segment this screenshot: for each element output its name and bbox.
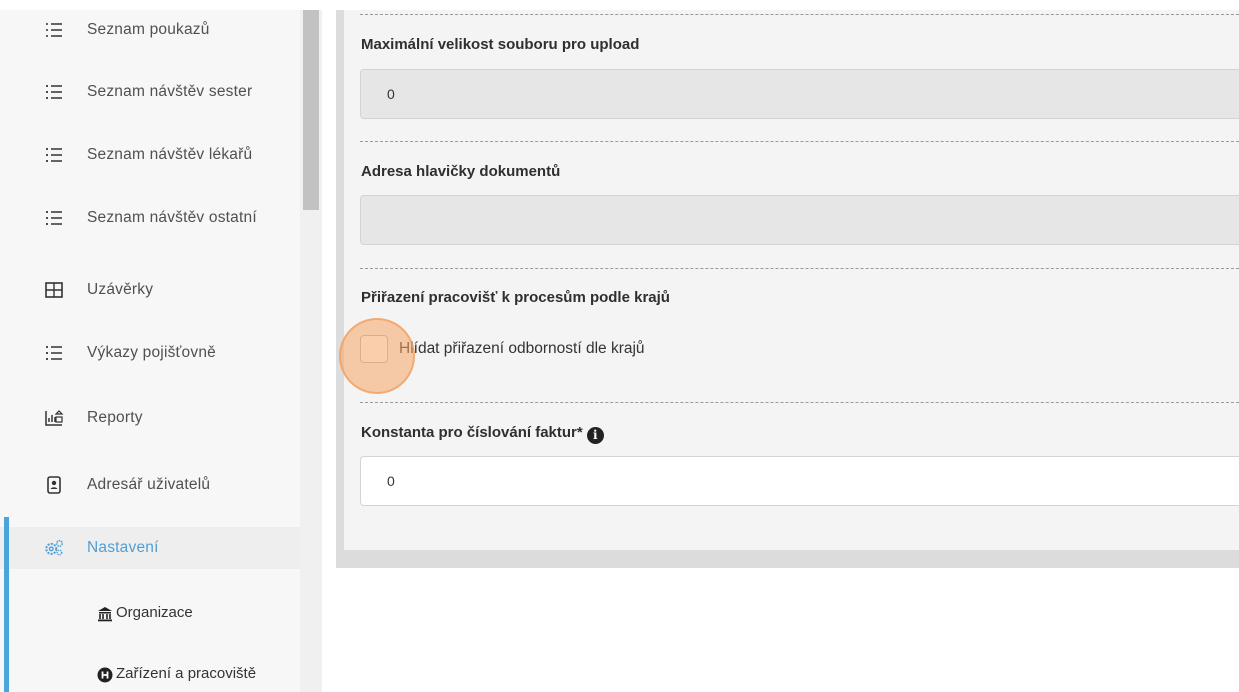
section-divider [360, 141, 1239, 142]
sidebar-item-nastaveni[interactable]: Nastavení [0, 527, 300, 569]
invoice-constant-label: Konstanta pro číslování faktur* i [361, 424, 604, 444]
section-divider [360, 268, 1239, 269]
sidebar-subitem-zarizeni-a-pracoviste[interactable]: Zařízení a pracoviště [0, 657, 300, 692]
gears-icon [44, 538, 64, 558]
section-divider [360, 402, 1239, 403]
info-icon[interactable]: i [586, 426, 604, 444]
address-book-icon [44, 475, 64, 495]
table-icon [44, 280, 64, 300]
region-check-label[interactable]: Hlídat přiřazení odborností dle krajů [399, 340, 645, 358]
section-divider [360, 14, 1239, 15]
report-icon [44, 408, 64, 428]
sidebar-item-navstevy-ostatni[interactable]: Seznam návštěv ostatní [0, 198, 300, 238]
max-upload-label: Maximální velikost souboru pro upload [361, 36, 640, 53]
hospital-h-icon [96, 666, 114, 684]
list-icon [44, 82, 64, 102]
invoice-constant-input[interactable]: 0 [360, 456, 1239, 506]
sidebar-item-label: Uzávěrky [87, 281, 154, 298]
header-address-label: Adresa hlavičky dokumentů [361, 163, 561, 180]
sidebar-item-navstevy-sester[interactable]: Seznam návštěv sester [0, 72, 300, 112]
list-icon [44, 343, 64, 363]
sidebar-item-label: Výkazy pojišťovně [87, 344, 216, 361]
sidebar-item-seznam-poukazu[interactable]: Seznam poukazů [0, 10, 300, 50]
sidebar-subitem-organizace[interactable]: Organizace [0, 596, 300, 632]
top-strip [0, 0, 1239, 10]
bank-icon [96, 605, 114, 623]
sidebar-item-uzaverky[interactable]: Uzávěrky [0, 270, 300, 310]
header-address-input[interactable] [360, 195, 1239, 245]
sidebar-item-label: Seznam poukazů [87, 21, 210, 38]
active-indicator [4, 517, 9, 692]
sidebar-item-navstevy-lekaru[interactable]: Seznam návštěv lékařů [0, 135, 300, 175]
list-icon [44, 208, 64, 228]
sidebar-item-label: Nastavení [87, 539, 159, 556]
list-icon [44, 145, 64, 165]
region-check-checkbox[interactable] [360, 335, 388, 363]
invoice-constant-label-text: Konstanta pro číslování faktur* [361, 424, 583, 441]
sidebar-item-vykazy-pojistovne[interactable]: Výkazy pojišťovně [0, 333, 300, 373]
max-upload-input[interactable]: 0 [360, 69, 1239, 119]
sidebar-item-label: Seznam návštěv ostatní [87, 209, 257, 226]
sidebar-subitem-label: Organizace [116, 604, 193, 621]
sidebar-item-label: Seznam návštěv lékařů [87, 146, 253, 163]
sidebar-item-label: Seznam návštěv sester [87, 83, 253, 100]
sidebar-item-label: Adresář uživatelů [87, 476, 211, 493]
region-assignment-label: Přiřazení pracovišť k procesům podle kra… [361, 289, 670, 306]
list-ordered-icon [44, 20, 64, 40]
sidebar: Seznam poukazů Seznam návštěv sester Sez… [0, 10, 300, 692]
sidebar-item-adresar-uzivatelu[interactable]: Adresář uživatelů [0, 465, 300, 505]
sidebar-scrollbar-thumb[interactable] [303, 10, 319, 210]
sidebar-item-reporty[interactable]: Reporty [0, 398, 300, 438]
sidebar-item-label: Reporty [87, 409, 143, 426]
sidebar-subitem-label: Zařízení a pracoviště [116, 665, 257, 682]
